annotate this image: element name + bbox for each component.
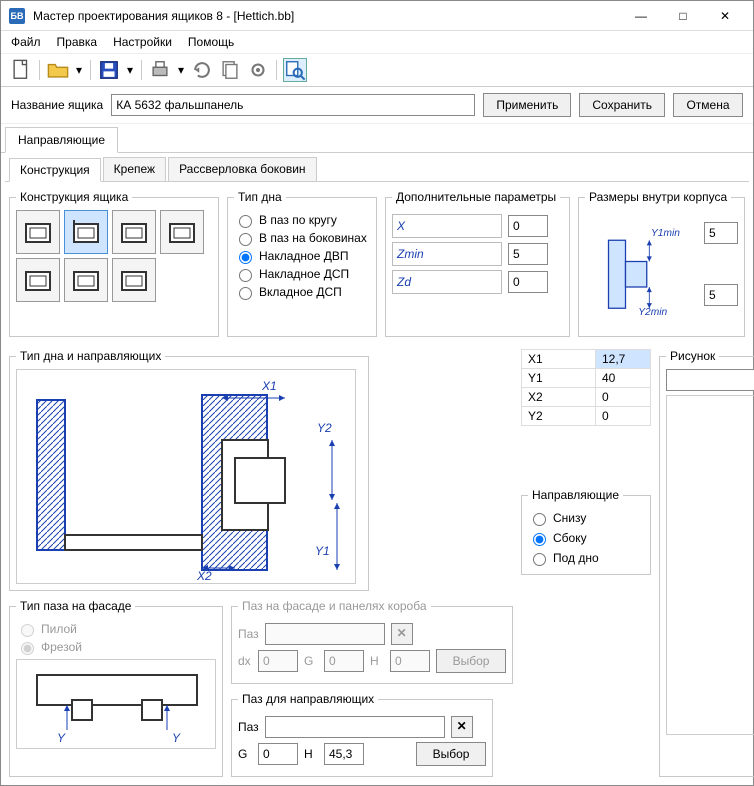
groove1-value: [265, 623, 385, 645]
param-zmin-sketch: Zmin: [392, 242, 502, 266]
svg-text:Y2: Y2: [317, 421, 332, 435]
box-type-6[interactable]: [64, 258, 108, 302]
box-type-4[interactable]: [160, 210, 204, 254]
box-name-label: Название ящика: [11, 98, 103, 112]
bottom-inset-dsp[interactable]: Вкладное ДСП: [234, 284, 370, 300]
menu-help[interactable]: Помощь: [188, 35, 234, 49]
box-type-1[interactable]: [16, 210, 60, 254]
cancel-button[interactable]: Отмена: [673, 93, 743, 117]
coord-x1: 12,7: [596, 350, 651, 369]
save-icon[interactable]: [97, 58, 121, 82]
groove1-label: Паз: [238, 627, 259, 641]
groove2-g[interactable]: [258, 743, 298, 765]
tab-guides[interactable]: Направляющие: [5, 127, 118, 153]
svg-text:Y2min: Y2min: [638, 307, 667, 318]
tool-rotate-icon[interactable]: [190, 58, 214, 82]
svg-text:X1: X1: [261, 379, 277, 393]
section-figure: X1 Y2 Y1 X2: [16, 369, 356, 584]
groove2-choose[interactable]: Выбор: [416, 742, 486, 766]
minimize-button[interactable]: ―: [621, 4, 661, 28]
svg-text:Y1: Y1: [315, 544, 330, 558]
menu-settings[interactable]: Настройки: [113, 35, 172, 49]
coord-x2: 0: [596, 388, 651, 407]
menu-edit[interactable]: Правка: [57, 35, 98, 49]
menu-file[interactable]: Файл: [11, 35, 41, 49]
groove1-dx: [258, 650, 298, 672]
picture-preview: [666, 395, 754, 735]
groove1-g: [324, 650, 364, 672]
box-type-5[interactable]: [16, 258, 60, 302]
group-guides-pos: Направляющие: [528, 488, 623, 502]
save-dropdown-icon[interactable]: ▾: [125, 58, 135, 82]
app-icon: БВ: [9, 8, 25, 24]
group-groove-facade-panels: Паз на фасаде и панелях короба: [238, 599, 431, 613]
group-extra-params: Дополнительные параметры: [392, 190, 560, 204]
bottom-around[interactable]: В паз по кругу: [234, 212, 370, 228]
svg-text:Y: Y: [57, 731, 66, 745]
picture-path-input[interactable]: [666, 369, 754, 391]
guides-bottom[interactable]: Снизу: [528, 510, 644, 526]
tool-print-dropdown-icon[interactable]: ▾: [176, 58, 186, 82]
close-button[interactable]: ✕: [705, 4, 745, 28]
guides-side[interactable]: Сбоку: [528, 530, 644, 546]
open-dropdown-icon[interactable]: ▾: [74, 58, 84, 82]
inner-tab-construction[interactable]: Конструкция: [9, 158, 101, 182]
group-groove-guides: Паз для направляющих: [238, 692, 378, 706]
bottom-overlay-dsp[interactable]: Накладное ДСП: [234, 266, 370, 282]
bottom-sides[interactable]: В паз на боковинах: [234, 230, 370, 246]
groove2-value[interactable]: [265, 716, 445, 738]
box-name-input[interactable]: [111, 94, 475, 116]
param-zd-input[interactable]: [508, 271, 548, 293]
coord-y2: 0: [596, 407, 651, 426]
facade-saw: Пилой: [16, 621, 216, 637]
guides-under[interactable]: Под дно: [528, 550, 644, 566]
group-box-construction: Конструкция ящика: [16, 190, 132, 204]
param-x-sketch: X: [392, 214, 502, 238]
bottom-overlay-dvp[interactable]: Накладное ДВП: [234, 248, 370, 264]
groove2-clear[interactable]: ✕: [451, 716, 473, 738]
svg-text:Y1min: Y1min: [651, 228, 680, 239]
box-type-2[interactable]: [64, 210, 108, 254]
groove1-choose: Выбор: [436, 649, 506, 673]
group-facade-groove-type: Тип паза на фасаде: [16, 599, 135, 613]
groove1-clear: ✕: [391, 623, 413, 645]
new-file-icon[interactable]: [9, 58, 33, 82]
svg-text:X2: X2: [196, 569, 212, 583]
coord-y1: 40: [596, 369, 651, 388]
tool-print-icon[interactable]: [148, 58, 172, 82]
window-title: Мастер проектирования ящиков 8 - [Hettic…: [33, 9, 621, 23]
apply-button[interactable]: Применить: [483, 93, 571, 117]
param-x-input[interactable]: [508, 215, 548, 237]
param-zmin-input[interactable]: [508, 243, 548, 265]
groove1-h: [390, 650, 430, 672]
box-type-7[interactable]: [112, 258, 156, 302]
open-folder-icon[interactable]: [46, 58, 70, 82]
groove2-h[interactable]: [324, 743, 364, 765]
groove2-label: Паз: [238, 720, 259, 734]
tool-gear-icon[interactable]: [246, 58, 270, 82]
facade-mill: Фрезой: [16, 639, 216, 655]
facade-groove-figure: Y Y: [16, 659, 216, 749]
box-type-3[interactable]: [112, 210, 156, 254]
maximize-button[interactable]: □: [663, 4, 703, 28]
coord-table[interactable]: X112,7 Y140 X20 Y20: [521, 349, 651, 426]
save-button[interactable]: Сохранить: [579, 93, 665, 117]
inner-tab-fasteners[interactable]: Крепеж: [103, 157, 166, 181]
y2min-input[interactable]: [704, 284, 738, 306]
svg-text:Y: Y: [172, 731, 181, 745]
inner-dims-figure: Y1min Y2min: [585, 210, 700, 330]
y1min-input[interactable]: [704, 222, 738, 244]
tool-preview-icon[interactable]: [283, 58, 307, 82]
inner-tab-drilling[interactable]: Рассверловка боковин: [168, 157, 316, 181]
group-bottom-type: Тип дна: [234, 190, 286, 204]
tool-page-icon[interactable]: [218, 58, 242, 82]
param-zd-sketch: Zd: [392, 270, 502, 294]
group-inner-dims: Размеры внутри корпуса: [585, 190, 731, 204]
group-bottom-and-guides: Тип дна и направляющих: [16, 349, 165, 363]
group-picture: Рисунок: [666, 349, 719, 363]
